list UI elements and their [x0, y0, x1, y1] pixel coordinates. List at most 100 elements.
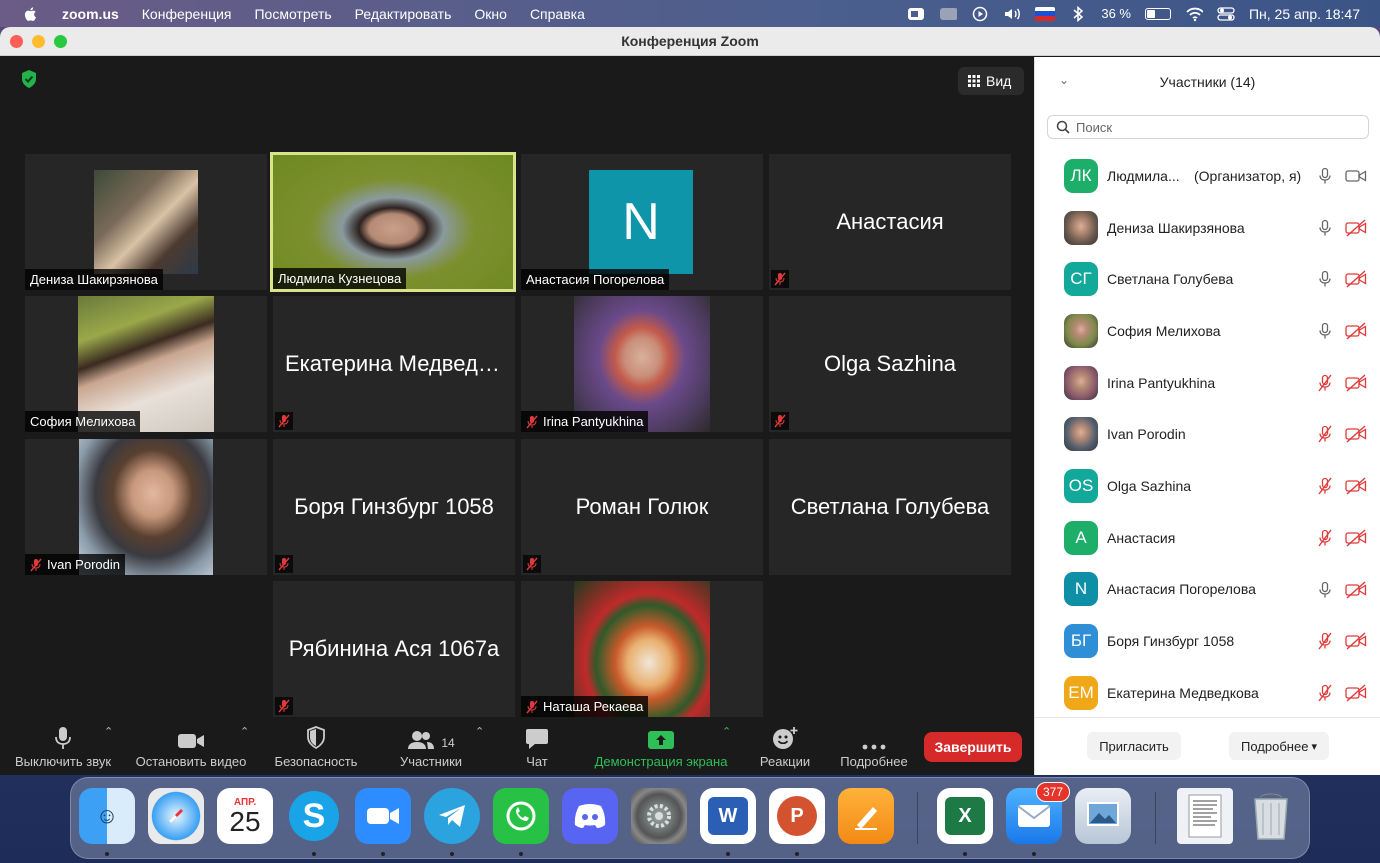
- video-tile-svetlana[interactable]: Светлана Голубева: [769, 439, 1011, 575]
- participant-search-input[interactable]: Поиск: [1047, 115, 1369, 139]
- share-screen-button[interactable]: Демонстрация экрана: [588, 717, 734, 775]
- video-off-icon[interactable]: [1345, 477, 1367, 495]
- video-camera-icon[interactable]: [1345, 167, 1367, 185]
- trash-icon[interactable]: [1243, 788, 1299, 844]
- muted-mic-icon[interactable]: [1316, 529, 1334, 547]
- zoom-window-button[interactable]: [54, 35, 67, 48]
- chat-button[interactable]: Чат: [512, 717, 562, 775]
- menu-view[interactable]: Посмотреть: [254, 6, 331, 22]
- calendar-icon[interactable]: АПР. 25: [217, 788, 273, 844]
- video-off-icon[interactable]: [1345, 684, 1367, 702]
- video-tile-ryabinina[interactable]: Рябинина Ася 1067а: [273, 581, 515, 717]
- wifi-icon[interactable]: [1185, 6, 1203, 22]
- microphone-icon[interactable]: [1316, 581, 1334, 599]
- participants-options-chevron-icon[interactable]: ⌃: [475, 725, 484, 738]
- video-tile-borya[interactable]: Боря Гинзбург 1058: [273, 439, 515, 575]
- play-icon[interactable]: [971, 6, 989, 22]
- participant-row[interactable]: OS Olga Sazhina: [1035, 460, 1380, 512]
- video-tile-olga[interactable]: Olga Sazhina: [769, 296, 1011, 432]
- panel-more-button[interactable]: Подробнее ▾: [1229, 732, 1329, 760]
- video-tile-lyudmila[interactable]: Людмила Кузнецова: [270, 152, 516, 292]
- screen-record-icon[interactable]: [939, 6, 958, 22]
- mail-icon[interactable]: 377: [1006, 782, 1070, 844]
- menu-edit[interactable]: Редактировать: [355, 6, 452, 22]
- video-tile-sofia[interactable]: София Мелихова: [25, 296, 267, 432]
- clock[interactable]: Пн, 25 апр. 18:47: [1249, 6, 1360, 22]
- collapse-chevron-icon[interactable]: ⌄: [1059, 73, 1069, 87]
- powerpoint-icon[interactable]: P: [769, 788, 825, 844]
- participant-row[interactable]: ЛК Людмила... (Организатор, я): [1035, 150, 1380, 202]
- skype-icon[interactable]: S: [286, 788, 342, 844]
- microphone-icon[interactable]: [1316, 219, 1334, 237]
- whatsapp-icon[interactable]: [493, 788, 549, 844]
- participant-row[interactable]: N Анастасия Погорелова: [1035, 564, 1380, 616]
- pages-icon[interactable]: [838, 788, 894, 844]
- microphone-icon[interactable]: [1316, 322, 1334, 340]
- encryption-shield-icon[interactable]: [20, 69, 38, 89]
- minimize-window-button[interactable]: [32, 35, 45, 48]
- participant-row[interactable]: СГ Светлана Голубева: [1035, 253, 1380, 305]
- muted-mic-icon[interactable]: [1316, 374, 1334, 392]
- excel-icon[interactable]: X: [937, 788, 993, 844]
- video-off-icon[interactable]: [1345, 529, 1367, 547]
- discord-icon[interactable]: [562, 788, 618, 844]
- muted-mic-icon[interactable]: [1316, 684, 1334, 702]
- safari-icon[interactable]: [148, 788, 204, 844]
- participant-row[interactable]: ЕМ Екатерина Медведкова: [1035, 667, 1380, 719]
- share-options-chevron-icon[interactable]: ⌃: [722, 725, 731, 738]
- video-off-icon[interactable]: [1345, 219, 1367, 237]
- control-center-icon[interactable]: [1217, 6, 1235, 22]
- video-off-icon[interactable]: [1345, 580, 1367, 599]
- bluetooth-icon[interactable]: [1069, 5, 1087, 22]
- menu-help[interactable]: Справка: [530, 6, 585, 22]
- participant-row[interactable]: София Мелихова: [1035, 305, 1380, 357]
- participant-row[interactable]: А Анастасия: [1035, 512, 1380, 564]
- muted-mic-icon[interactable]: [1316, 425, 1334, 443]
- menu-window[interactable]: Окно: [474, 6, 507, 22]
- stop-video-button[interactable]: Остановить видео: [132, 717, 250, 775]
- menu-app-name[interactable]: zoom.us: [62, 6, 119, 22]
- muted-mic-icon[interactable]: [1316, 477, 1334, 495]
- zoom-icon[interactable]: [355, 788, 411, 844]
- security-button[interactable]: Безопасность: [270, 717, 362, 775]
- telegram-icon[interactable]: [424, 788, 480, 844]
- video-off-icon[interactable]: [1345, 374, 1367, 392]
- video-off-icon[interactable]: [1345, 632, 1367, 650]
- muted-mic-icon[interactable]: [1316, 632, 1334, 650]
- participant-row[interactable]: Ivan Porodin: [1035, 408, 1380, 460]
- document-icon[interactable]: [1177, 788, 1233, 844]
- system-preferences-icon[interactable]: [631, 788, 687, 844]
- keyboard-layout-flag-icon[interactable]: [1035, 6, 1056, 21]
- video-tile-ivan[interactable]: Ivan Porodin: [25, 439, 267, 575]
- video-tile-anastasia-pogorelova[interactable]: N Анастасия Погорелова: [521, 154, 763, 290]
- video-tile-deniza[interactable]: Дениза Шакирзянова: [25, 154, 267, 290]
- word-icon[interactable]: W: [700, 788, 756, 844]
- video-tile-natasha[interactable]: Наташа Рекаева: [521, 581, 763, 717]
- close-window-button[interactable]: [10, 35, 23, 48]
- volume-icon[interactable]: [1003, 6, 1021, 22]
- video-tile-anastasia[interactable]: Анастасия: [769, 154, 1011, 290]
- participant-row[interactable]: Irina Pantyukhina: [1035, 357, 1380, 409]
- microphone-icon[interactable]: [1316, 167, 1334, 185]
- audio-options-chevron-icon[interactable]: ⌃: [104, 725, 113, 738]
- video-tile-ekaterina[interactable]: Екатерина Медведк...: [273, 296, 515, 432]
- video-tile-irina[interactable]: Irina Pantyukhina: [521, 296, 763, 432]
- apple-icon[interactable]: [22, 5, 40, 23]
- microphone-icon[interactable]: [1316, 270, 1334, 288]
- participant-row[interactable]: БГ Боря Гинзбург 1058: [1035, 615, 1380, 667]
- preview-icon[interactable]: [1075, 788, 1131, 844]
- mute-button[interactable]: Выключить звук: [10, 717, 116, 775]
- video-options-chevron-icon[interactable]: ⌃: [240, 725, 249, 738]
- finder-icon[interactable]: ☺: [79, 788, 135, 844]
- more-button[interactable]: Подробнее: [836, 717, 912, 775]
- video-off-icon[interactable]: [1345, 322, 1367, 340]
- zoom-status-icon[interactable]: [907, 6, 925, 22]
- invite-button[interactable]: Пригласить: [1087, 732, 1181, 760]
- battery-icon[interactable]: [1144, 7, 1171, 20]
- video-off-icon[interactable]: [1345, 270, 1367, 288]
- video-tile-roman[interactable]: Роман Голюк: [521, 439, 763, 575]
- video-off-icon[interactable]: [1345, 425, 1367, 443]
- view-button[interactable]: Вид: [958, 67, 1024, 95]
- participant-row[interactable]: Дениза Шакирзянова: [1035, 202, 1380, 254]
- participants-button[interactable]: 14 Участники: [392, 717, 470, 775]
